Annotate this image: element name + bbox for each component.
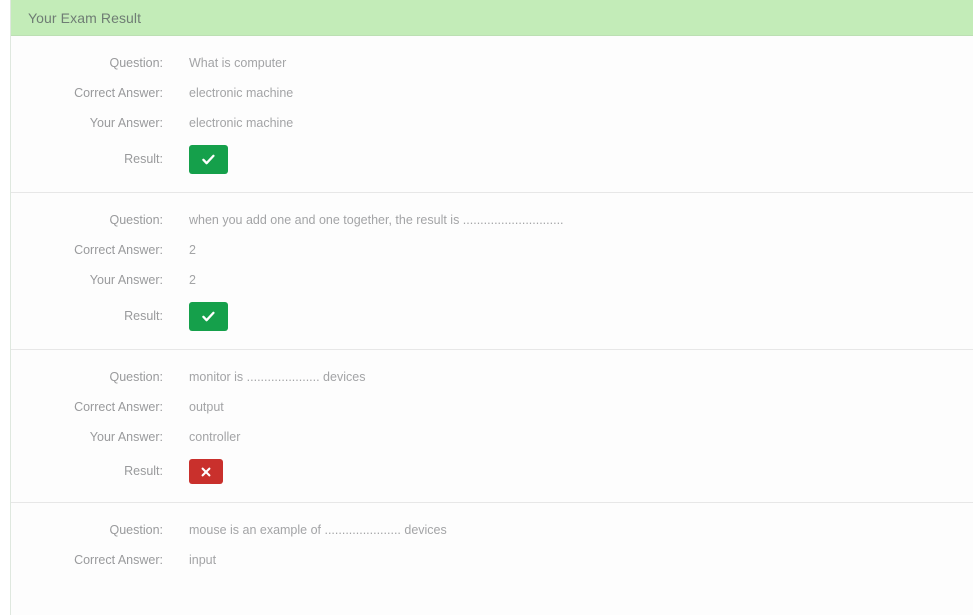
your-answer-text: 2 (189, 273, 196, 287)
result-value (163, 301, 973, 331)
correct-answer-row: Correct Answer: electronic machine (11, 78, 973, 108)
correct-answer-text: input (189, 553, 217, 567)
status-badge-wrong (189, 459, 223, 484)
question-block: Question: when you add one and one toget… (11, 193, 973, 350)
result-value (163, 458, 973, 484)
question-block: Question: What is computer Correct Answe… (11, 36, 973, 193)
question-row: Question: mouse is an example of .......… (11, 515, 973, 545)
correct-answer-label: Correct Answer: (74, 553, 163, 567)
page-title: Your Exam Result (28, 9, 142, 26)
exam-result-page: Your Exam Result Question: What is compu… (0, 0, 973, 615)
correct-answer-row: Correct Answer: output (11, 392, 973, 422)
status-badge-correct (189, 302, 228, 331)
check-icon (202, 154, 215, 164)
correct-answer-label: Correct Answer: (74, 400, 163, 414)
question-label: Question: (109, 56, 163, 70)
panel-body: Question: What is computer Correct Answe… (11, 36, 973, 587)
question-label: Question: (109, 213, 163, 227)
correct-answer-row: Correct Answer: 2 (11, 235, 973, 265)
correct-answer-label: Correct Answer: (74, 86, 163, 100)
cross-icon (201, 467, 211, 476)
your-answer-row: Your Answer: electronic machine (11, 108, 973, 138)
question-row: Question: monitor is ...................… (11, 362, 973, 392)
correct-answer-row: Correct Answer: input (11, 545, 973, 575)
question-row: Question: when you add one and one toget… (11, 205, 973, 235)
result-row: Result: (11, 295, 973, 337)
your-answer-row: Your Answer: 2 (11, 265, 973, 295)
result-label: Result: (124, 464, 163, 478)
check-icon (202, 311, 215, 321)
question-label: Question: (109, 523, 163, 537)
exam-result-panel: Your Exam Result Question: What is compu… (10, 0, 973, 615)
your-answer-label: Your Answer: (89, 116, 163, 130)
correct-answer-text: 2 (189, 243, 196, 257)
your-answer-text: electronic machine (189, 116, 294, 130)
result-row: Result: (11, 452, 973, 490)
your-answer-row: Your Answer: controller (11, 422, 973, 452)
result-value (163, 144, 973, 174)
panel-header: Your Exam Result (11, 0, 973, 36)
result-row: Result: (11, 138, 973, 180)
question-text: when you add one and one together, the r… (189, 213, 564, 227)
question-text: monitor is ..................... devices (189, 370, 366, 384)
question-text: mouse is an example of .................… (189, 523, 447, 537)
your-answer-label: Your Answer: (89, 273, 163, 287)
your-answer-text: controller (189, 430, 241, 444)
question-block: Question: monitor is ...................… (11, 350, 973, 503)
question-text: What is computer (189, 56, 287, 70)
question-block: Question: mouse is an example of .......… (11, 503, 973, 587)
status-badge-correct (189, 145, 228, 174)
result-label: Result: (124, 152, 163, 166)
question-label: Question: (109, 370, 163, 384)
result-label: Result: (124, 309, 163, 323)
question-row: Question: What is computer (11, 48, 973, 78)
correct-answer-text: electronic machine (189, 86, 294, 100)
correct-answer-text: output (189, 400, 224, 414)
correct-answer-label: Correct Answer: (74, 243, 163, 257)
your-answer-label: Your Answer: (89, 430, 163, 444)
